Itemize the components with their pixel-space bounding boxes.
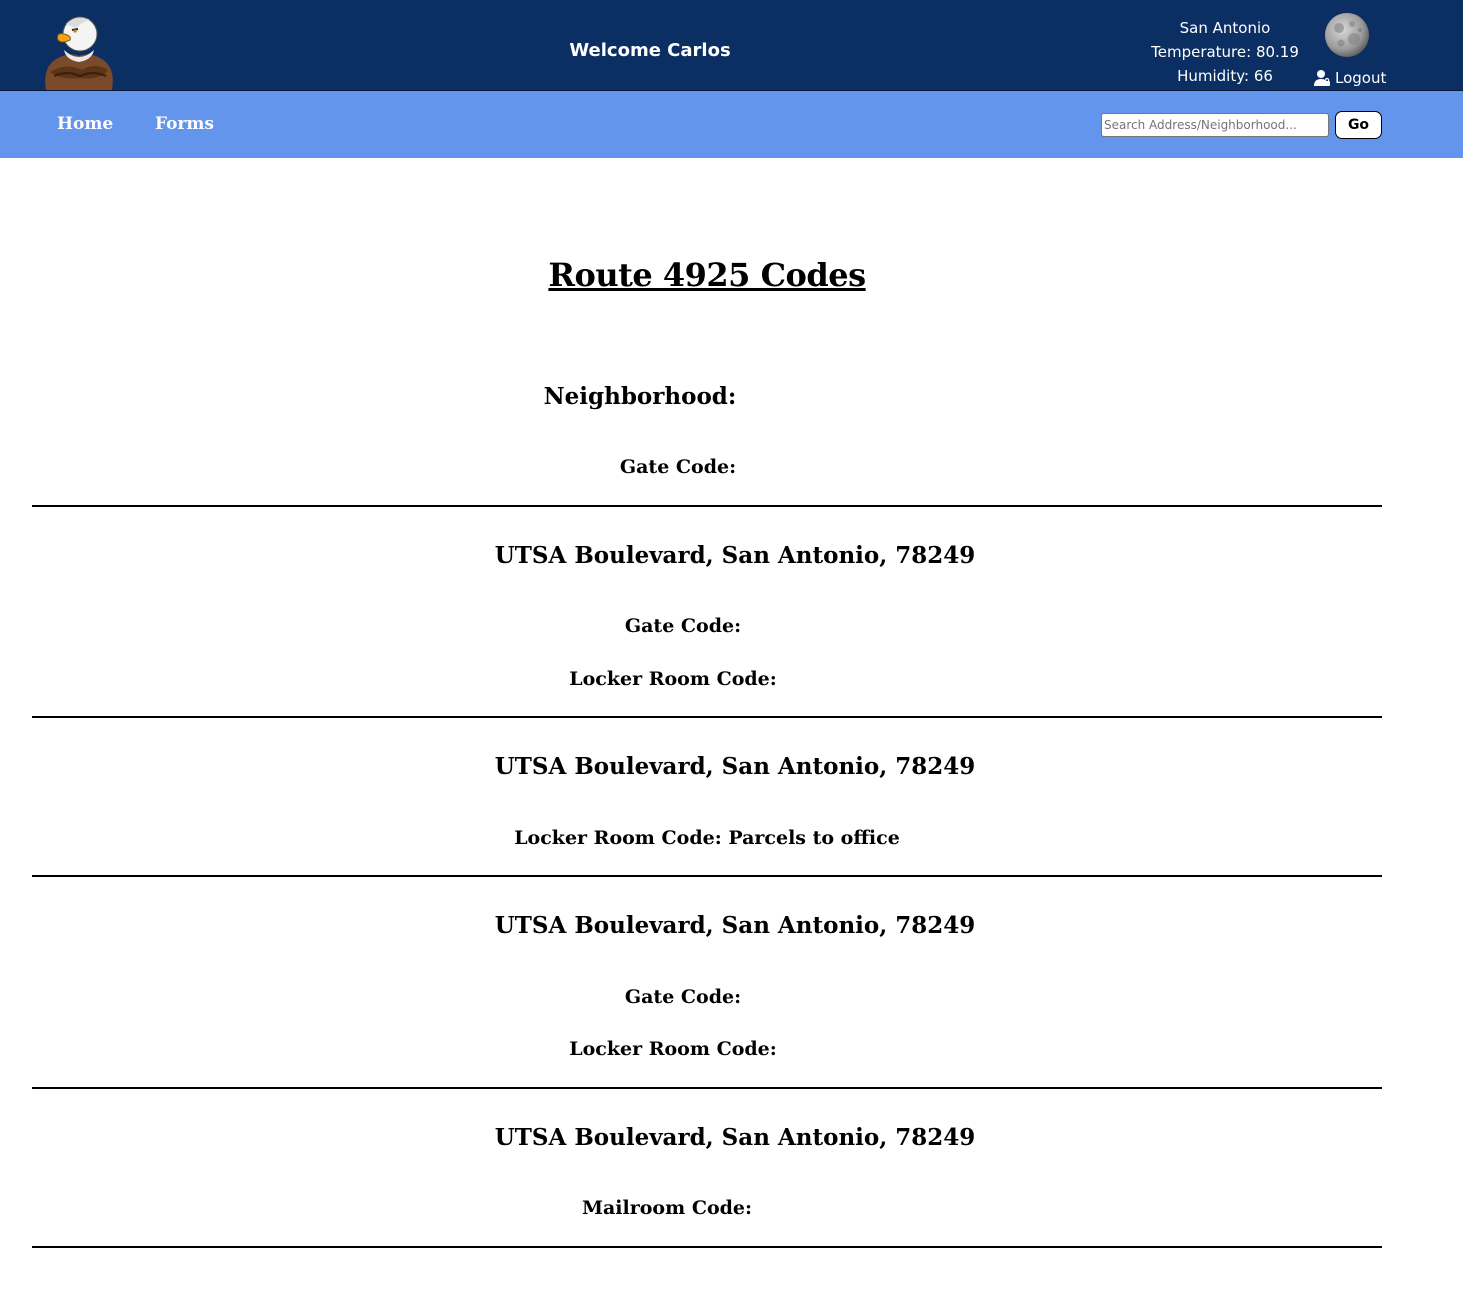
address-heading: UTSA Boulevard, San Antonio, 78249 xyxy=(494,753,976,780)
nav-forms-link[interactable]: Forms xyxy=(155,114,214,134)
moon-icon xyxy=(1324,12,1370,58)
eagle-mascot-logo-icon[interactable] xyxy=(36,10,122,90)
logout-button[interactable]: Logout xyxy=(1314,66,1386,90)
locker-room-code-line: Locker Room Code: Parcels to office xyxy=(514,827,900,849)
search-input[interactable] xyxy=(1101,113,1329,137)
locker-room-code-line: Locker Room Code: xyxy=(569,668,777,690)
weather-city: San Antonio xyxy=(1179,19,1271,37)
weather-widget: San Antonio Temperature: 80.19 Humidity:… xyxy=(1145,16,1305,88)
section-divider xyxy=(32,875,1382,877)
section-divider xyxy=(32,1246,1382,1248)
go-button[interactable]: Go xyxy=(1335,111,1382,139)
top-header: Welcome Carlos San Antonio Temperature: … xyxy=(0,0,1463,91)
section-divider xyxy=(32,716,1382,718)
logout-label: Logout xyxy=(1335,69,1387,87)
weather-humidity: Humidity: 66 xyxy=(1177,67,1273,85)
neighborhood-heading: Neighborhood: xyxy=(543,383,737,410)
address-heading: UTSA Boulevard, San Antonio, 78249 xyxy=(494,542,976,569)
page-title: Route 4925 Codes xyxy=(548,256,866,294)
section-divider xyxy=(32,505,1382,507)
section-divider xyxy=(32,1087,1382,1089)
user-lock-icon xyxy=(1314,69,1331,87)
nav-home-link[interactable]: Home xyxy=(57,114,113,134)
gate-code-line: Gate Code: xyxy=(624,986,742,1008)
welcome-message: Welcome Carlos xyxy=(569,40,731,61)
address-heading: UTSA Boulevard, San Antonio, 78249 xyxy=(494,1124,976,1151)
mailroom-code-line: Mailroom Code: xyxy=(581,1197,753,1219)
address-heading: UTSA Boulevard, San Antonio, 78249 xyxy=(494,912,976,939)
nav-bar: Home Forms Go xyxy=(0,91,1463,158)
gate-code-line: Gate Code: xyxy=(619,456,737,478)
gate-code-line: Gate Code: xyxy=(624,615,742,637)
weather-temperature: Temperature: 80.19 xyxy=(1151,43,1299,61)
locker-room-code-line: Locker Room Code: xyxy=(569,1038,777,1060)
